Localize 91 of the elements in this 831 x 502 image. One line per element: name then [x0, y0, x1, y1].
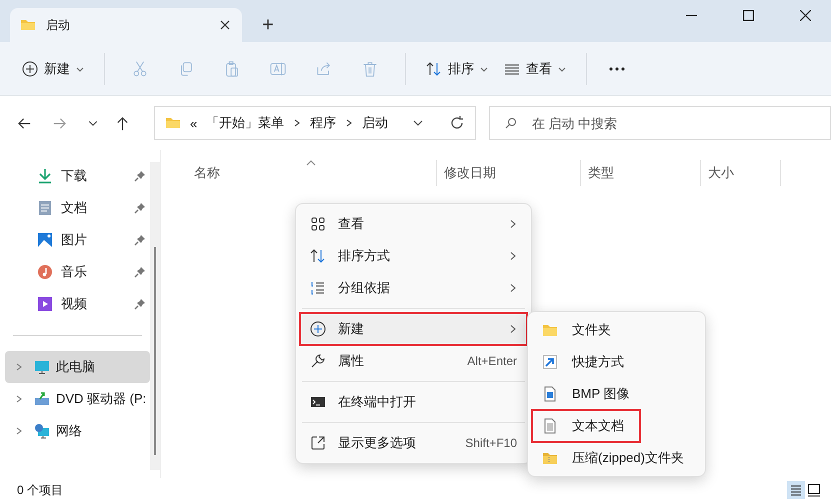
menu-item[interactable]: 文本文档	[532, 410, 640, 442]
tiles-view-icon[interactable]	[805, 481, 823, 499]
sidebar-label: 图片	[61, 231, 87, 249]
sidebar-label: 音乐	[61, 263, 87, 281]
menu-item[interactable]: 排序方式	[300, 240, 527, 272]
column-header[interactable]: 修改日期	[437, 160, 581, 186]
download-icon	[37, 168, 53, 184]
music-icon	[37, 264, 53, 280]
shortcut-text: Alt+Enter	[467, 354, 517, 368]
shortcut-icon	[542, 354, 558, 370]
sidebar-item[interactable]: 音乐	[5, 256, 150, 288]
search-icon	[505, 117, 517, 129]
picture-icon	[37, 232, 53, 248]
sidebar-label: DVD 驱动器 (P:	[56, 390, 146, 408]
sidebar-item[interactable]: 文档	[5, 192, 150, 224]
menu-item[interactable]: 压缩(zipped)文件夹	[532, 442, 701, 474]
up-icon[interactable]	[115, 116, 130, 130]
document-icon	[37, 200, 53, 216]
refresh-icon[interactable]	[449, 115, 465, 131]
sidebar-item[interactable]: DVD 驱动器 (P:	[5, 383, 150, 415]
back-icon[interactable]	[17, 116, 32, 130]
caret-icon	[480, 64, 488, 72]
sidebar-item[interactable]: 此电脑	[5, 351, 150, 383]
chevron-right-icon[interactable]	[15, 363, 23, 371]
close-icon[interactable]	[220, 20, 230, 30]
item-count: 0 个项目	[17, 482, 64, 498]
caret-icon	[76, 64, 84, 72]
menu-item[interactable]: 新建	[300, 313, 527, 345]
sidebar-label: 下载	[61, 167, 87, 185]
sidebar-item[interactable]: 网络	[5, 415, 150, 447]
sidebar-label: 视频	[61, 295, 87, 313]
zip-folder-icon	[542, 450, 558, 466]
menu-item[interactable]: 在终端中打开	[300, 386, 527, 418]
folder-icon	[165, 115, 181, 131]
sort-caret-icon	[306, 160, 316, 166]
sidebar-item[interactable]: 下载	[5, 160, 150, 192]
breadcrumb[interactable]: 启动	[362, 114, 388, 132]
sidebar-item[interactable]: 图片	[5, 224, 150, 256]
forward-icon[interactable]	[52, 116, 67, 130]
menu-item[interactable]: 快捷方式	[532, 346, 701, 378]
sidebar-label: 网络	[56, 422, 82, 440]
chevron-right-icon	[345, 119, 354, 127]
sort-icon	[310, 248, 326, 264]
menu-item[interactable]: 显示更多选项 Shift+F10	[300, 427, 527, 459]
wrench-icon	[310, 353, 326, 369]
menu-item[interactable]: 属性 Alt+Enter	[300, 345, 527, 377]
column-header[interactable]: 大小	[701, 160, 781, 186]
new-tab-button[interactable]: +	[248, 8, 288, 42]
network-icon	[34, 423, 50, 439]
sidebar-label: 此电脑	[56, 358, 95, 376]
menu-item[interactable]: 查看	[300, 208, 527, 240]
computer-icon	[34, 359, 50, 375]
sort-icon	[426, 60, 442, 76]
column-header[interactable]: 名称	[161, 160, 437, 186]
menu-item[interactable]: BMP 图像	[532, 378, 701, 410]
folder-icon	[542, 322, 558, 338]
image-file-icon	[542, 386, 558, 402]
disc-drive-icon	[34, 391, 50, 407]
grid-icon	[310, 216, 326, 232]
caret-icon	[558, 64, 566, 72]
list-icon	[310, 280, 326, 296]
external-icon	[310, 435, 326, 451]
search-field[interactable]: 在 启动 中搜索	[489, 106, 831, 140]
terminal-icon	[310, 394, 326, 410]
details-view-icon[interactable]	[787, 481, 805, 499]
folder-icon	[20, 17, 36, 33]
address-bar[interactable]: « 「开始」菜单 程序 启动	[154, 106, 476, 140]
breadcrumb-overflow[interactable]: «	[190, 116, 198, 130]
maximize-icon[interactable]	[743, 10, 754, 20]
sidebar-item[interactable]: 视频	[5, 288, 150, 320]
new-button[interactable]: 新建	[14, 54, 92, 84]
folder-tab[interactable]: 启动	[10, 8, 242, 42]
view-button[interactable]: 查看	[496, 54, 574, 84]
chevron-right-icon	[293, 119, 302, 127]
chevron-right-icon[interactable]	[15, 427, 23, 435]
plus-circle-icon	[22, 60, 38, 76]
sort-button[interactable]: 排序	[418, 54, 496, 84]
shortcut-text: Shift+F10	[465, 436, 517, 450]
sidebar-label: 文档	[61, 199, 87, 217]
breadcrumb[interactable]: 「开始」菜单	[206, 114, 284, 132]
column-header[interactable]: 类型	[581, 160, 701, 186]
more-icon[interactable]	[609, 66, 625, 70]
menu-item[interactable]: 文件夹	[532, 314, 701, 346]
tab-title: 启动	[46, 16, 71, 34]
close-icon[interactable]	[800, 10, 811, 20]
text-file-icon	[542, 418, 558, 434]
menu-item[interactable]: 分组依据	[300, 272, 527, 304]
chevron-right-icon[interactable]	[15, 395, 23, 403]
plus-circle-icon	[310, 321, 326, 337]
breadcrumb[interactable]: 程序	[310, 114, 336, 132]
video-icon	[37, 296, 53, 312]
